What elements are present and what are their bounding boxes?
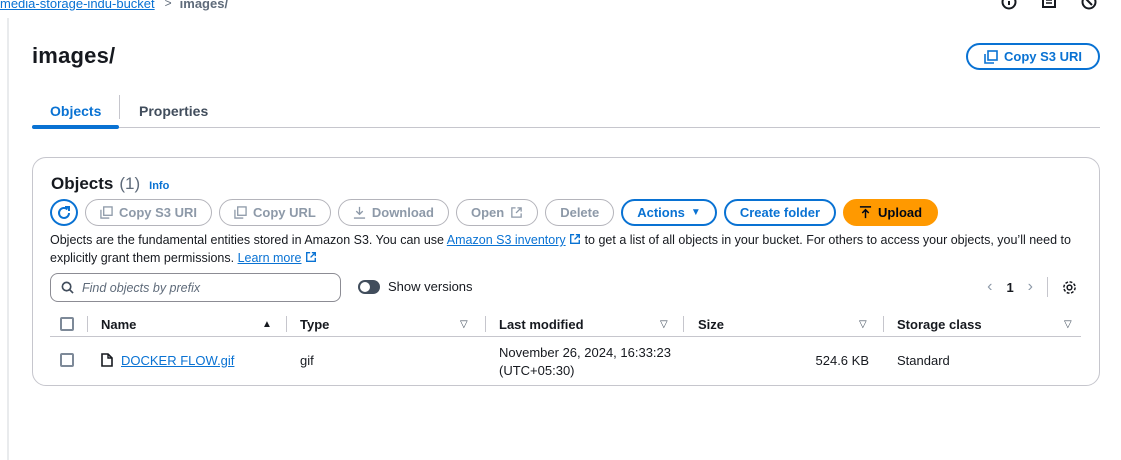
pagination: ‹ 1 › — [987, 277, 1077, 297]
column-separator — [883, 316, 884, 332]
breadcrumb: media-storage-indu-bucket > images/ — [0, 0, 228, 12]
search-icon — [61, 281, 74, 294]
breadcrumb-bucket-link[interactable]: media-storage-indu-bucket — [0, 0, 155, 11]
row-checkbox[interactable] — [60, 338, 74, 382]
copy-url-button[interactable]: Copy URL — [219, 199, 331, 226]
file-icon — [101, 353, 113, 367]
upload-button-label: Upload — [878, 205, 923, 220]
create-folder-button-label: Create folder — [739, 205, 821, 220]
gear-icon[interactable] — [1062, 280, 1077, 295]
panel-toggle-icon[interactable] — [1041, 0, 1057, 10]
s3-inventory-link[interactable]: Amazon S3 inventory — [447, 233, 566, 247]
breadcrumb-current: images/ — [179, 0, 229, 11]
download-button-label: Download — [371, 205, 434, 220]
sort-icon[interactable]: ▽ — [1064, 311, 1072, 337]
tab-properties[interactable]: Properties — [139, 94, 208, 127]
delete-button-label: Delete — [560, 205, 600, 220]
download-button[interactable]: Download — [337, 199, 449, 226]
actions-dropdown[interactable]: Actions ▼ — [621, 199, 717, 226]
column-separator — [683, 316, 684, 332]
sort-icon[interactable]: ▽ — [460, 311, 468, 337]
chevron-right-icon: > — [164, 0, 172, 10]
tab-divider — [119, 95, 120, 119]
copy-icon — [984, 49, 998, 64]
chevron-left-icon[interactable]: ‹ — [987, 278, 992, 296]
column-separator — [87, 316, 88, 332]
object-name-link[interactable]: DOCKER FLOW.gif — [121, 353, 234, 368]
sort-icon[interactable]: ▽ — [859, 311, 867, 337]
objects-panel-title: Objects — [51, 174, 114, 193]
upload-button[interactable]: Upload — [843, 199, 939, 226]
checkbox — [60, 317, 74, 331]
download-icon — [353, 206, 365, 219]
feedback-icon[interactable] — [1081, 0, 1097, 10]
column-header-name[interactable]: Name — [101, 311, 136, 337]
delete-button[interactable]: Delete — [545, 199, 615, 226]
refresh-button[interactable] — [50, 199, 78, 226]
learn-more-link[interactable]: Learn more — [238, 251, 302, 265]
external-link-icon — [570, 234, 581, 244]
open-button-label: Open — [470, 205, 505, 220]
tab-properties-label: Properties — [139, 102, 209, 119]
copy-icon — [100, 206, 113, 219]
objects-panel-header: Objects (1) Info — [51, 174, 169, 194]
tab-bar: Objects Properties — [32, 94, 1100, 129]
current-page-number[interactable]: 1 — [1006, 280, 1013, 295]
tab-objects[interactable]: Objects — [32, 94, 120, 129]
show-versions-toggle[interactable] — [358, 279, 380, 294]
last-modified-value: November 26, 2024, 16:33:23 (UTC+05:30) — [499, 340, 671, 380]
search-input[interactable]: Find objects by prefix — [50, 273, 341, 302]
left-panel-border — [7, 18, 9, 460]
column-separator — [286, 316, 287, 332]
show-versions-control: Show versions — [358, 279, 473, 294]
upload-icon — [859, 206, 872, 219]
tab-objects-label: Objects — [50, 102, 102, 119]
copy-url-button-label: Copy URL — [253, 205, 316, 220]
last-modified-timezone: (UTC+05:30) — [499, 363, 575, 378]
object-name-cell: DOCKER FLOW.gif — [101, 338, 234, 382]
top-utility-icons — [1001, 0, 1097, 10]
objects-description: Objects are the fundamental entities sto… — [50, 231, 1080, 267]
table-row[interactable]: DOCKER FLOW.gif gif November 26, 2024, 1… — [50, 338, 1081, 382]
chevron-right-icon[interactable]: › — [1028, 278, 1033, 296]
show-versions-label: Show versions — [388, 279, 473, 294]
caret-down-icon: ▼ — [690, 207, 701, 218]
page-title: images/ — [32, 43, 116, 68]
sort-ascending-icon[interactable]: ▲ — [262, 311, 272, 337]
column-header-last-modified[interactable]: Last modified — [499, 311, 584, 337]
objects-panel: Objects (1) Info Copy S3 URI Copy URL Do… — [32, 157, 1100, 386]
object-size-cell: 524.6 KB — [815, 352, 870, 368]
column-header-size[interactable]: Size — [698, 311, 724, 337]
copy-s3-uri-button-label: Copy S3 URI — [119, 205, 198, 220]
search-placeholder: Find objects by prefix — [82, 280, 201, 295]
info-link[interactable]: Info — [149, 180, 169, 192]
checkbox — [60, 353, 74, 367]
copy-s3-uri-button[interactable]: Copy S3 URI — [85, 199, 213, 226]
copy-s3-uri-label: Copy S3 URI — [1003, 49, 1082, 64]
create-folder-button[interactable]: Create folder — [723, 199, 837, 226]
copy-icon — [234, 206, 247, 219]
sort-icon[interactable]: ▽ — [660, 311, 668, 337]
column-separator — [485, 316, 486, 332]
copy-s3-uri-header-button[interactable]: Copy S3 URI — [965, 43, 1100, 70]
actions-dropdown-label: Actions — [637, 205, 685, 220]
last-modified-date: November 26, 2024, 16:33:23 — [499, 345, 672, 360]
objects-toolbar: Copy S3 URI Copy URL Download Open Delet… — [50, 199, 939, 226]
column-header-type[interactable]: Type — [300, 311, 329, 337]
select-all-checkbox[interactable] — [60, 311, 74, 337]
table-header: Name ▲ Type ▽ Last modified ▽ Size ▽ Sto… — [50, 311, 1081, 337]
column-header-storage-class[interactable]: Storage class — [897, 311, 982, 337]
pager-divider — [1047, 277, 1048, 297]
objects-count: (1) — [119, 174, 141, 193]
external-link-icon — [306, 252, 316, 262]
object-storage-class-cell: Standard — [897, 352, 950, 368]
object-last-modified-cell: November 26, 2024, 16:33:23 (UTC+05:30) — [499, 338, 671, 382]
info-circle-icon[interactable] — [1001, 0, 1017, 10]
object-type-cell: gif — [300, 352, 314, 368]
external-link-icon — [511, 207, 522, 218]
description-text-1: Objects are the fundamental entities sto… — [50, 233, 447, 247]
open-button[interactable]: Open — [455, 199, 539, 226]
refresh-icon — [58, 205, 70, 219]
